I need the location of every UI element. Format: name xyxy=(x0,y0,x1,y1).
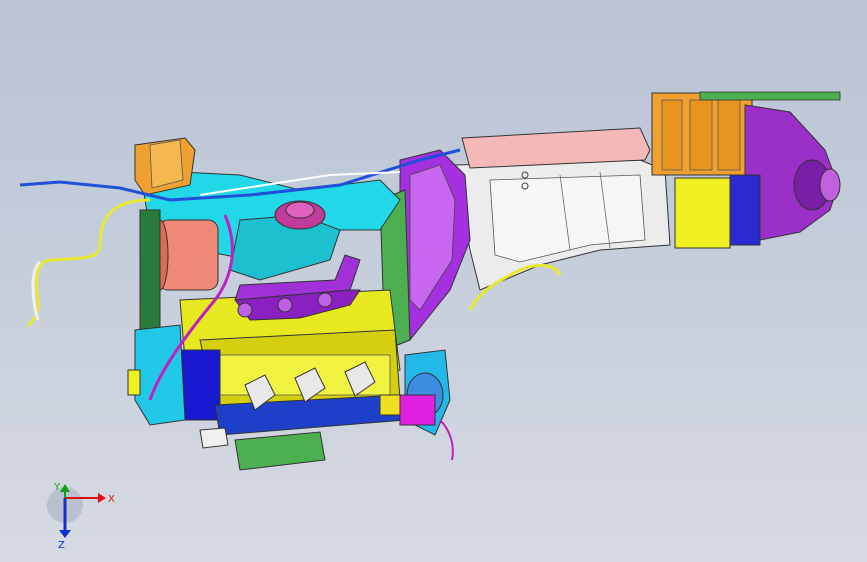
front-cover[interactable] xyxy=(139,209,161,331)
y-axis-label: Y xyxy=(53,482,61,493)
magenta-part[interactable] xyxy=(399,394,436,426)
bell-housing[interactable] xyxy=(399,149,471,341)
transmission-housing[interactable] xyxy=(454,159,671,291)
z-axis-arrow-icon xyxy=(59,530,71,538)
yellow-connector[interactable] xyxy=(379,394,401,416)
x-axis-arrow-icon xyxy=(98,493,106,503)
coordinate-triad: X Y Z xyxy=(47,482,115,550)
engine-assembly-model[interactable] xyxy=(0,0,867,562)
rear-blue-part[interactable] xyxy=(729,174,761,246)
alternator[interactable] xyxy=(151,219,219,291)
z-axis-label: Z xyxy=(58,540,65,550)
small-yellow-part[interactable] xyxy=(127,369,141,396)
rear-yellow-block[interactable] xyxy=(674,177,731,249)
oil-cap[interactable] xyxy=(199,427,229,449)
graphics-viewport[interactable]: X Y Z xyxy=(0,0,867,562)
x-axis-label: X xyxy=(108,494,115,505)
sump-module[interactable] xyxy=(234,431,326,471)
